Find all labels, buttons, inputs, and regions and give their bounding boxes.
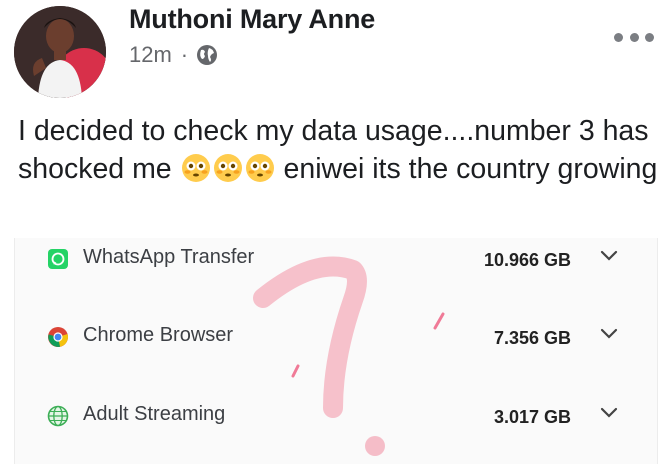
globe-icon[interactable]	[196, 44, 218, 66]
data-usage-screenshot[interactable]: WhatsApp Transfer 10.966 GB Chrome Brows…	[14, 238, 658, 464]
author-name[interactable]: Muthoni Mary Anne	[129, 4, 375, 35]
globe-icon	[47, 405, 69, 427]
flushed-face-emoji	[181, 154, 210, 182]
flushed-face-emoji	[213, 154, 242, 182]
emoji-group	[180, 153, 276, 185]
data-usage-row: WhatsApp Transfer 10.966 GB	[15, 240, 657, 280]
meta-separator: ·	[180, 42, 189, 67]
author-avatar[interactable]	[14, 6, 106, 98]
post-meta: 12m ·	[129, 42, 218, 68]
usage-value: 3.017 GB	[493, 407, 571, 427]
app-name: WhatsApp Transfer	[83, 246, 255, 268]
app-name: Adult Streaming	[83, 403, 226, 425]
chevron-down-icon[interactable]	[599, 248, 619, 264]
post-time[interactable]: 12m	[129, 42, 172, 68]
flushed-face-emoji	[245, 154, 274, 182]
usage-value: 10.966 GB	[483, 250, 571, 270]
post-text-part2: eniwei its the country growing	[275, 153, 658, 185]
more-options-icon[interactable]	[614, 26, 654, 48]
whatsapp-icon	[48, 249, 68, 269]
chrome-icon	[48, 327, 68, 347]
post-text: I decided to check my data usage....numb…	[18, 112, 658, 188]
chevron-down-icon[interactable]	[599, 405, 619, 421]
data-usage-row: Chrome Browser 7.356 GB	[15, 318, 657, 358]
usage-value: 7.356 GB	[493, 328, 571, 348]
app-name: Chrome Browser	[83, 324, 234, 346]
chevron-down-icon[interactable]	[599, 326, 619, 342]
data-usage-row: Adult Streaming 3.017 GB	[15, 397, 657, 437]
